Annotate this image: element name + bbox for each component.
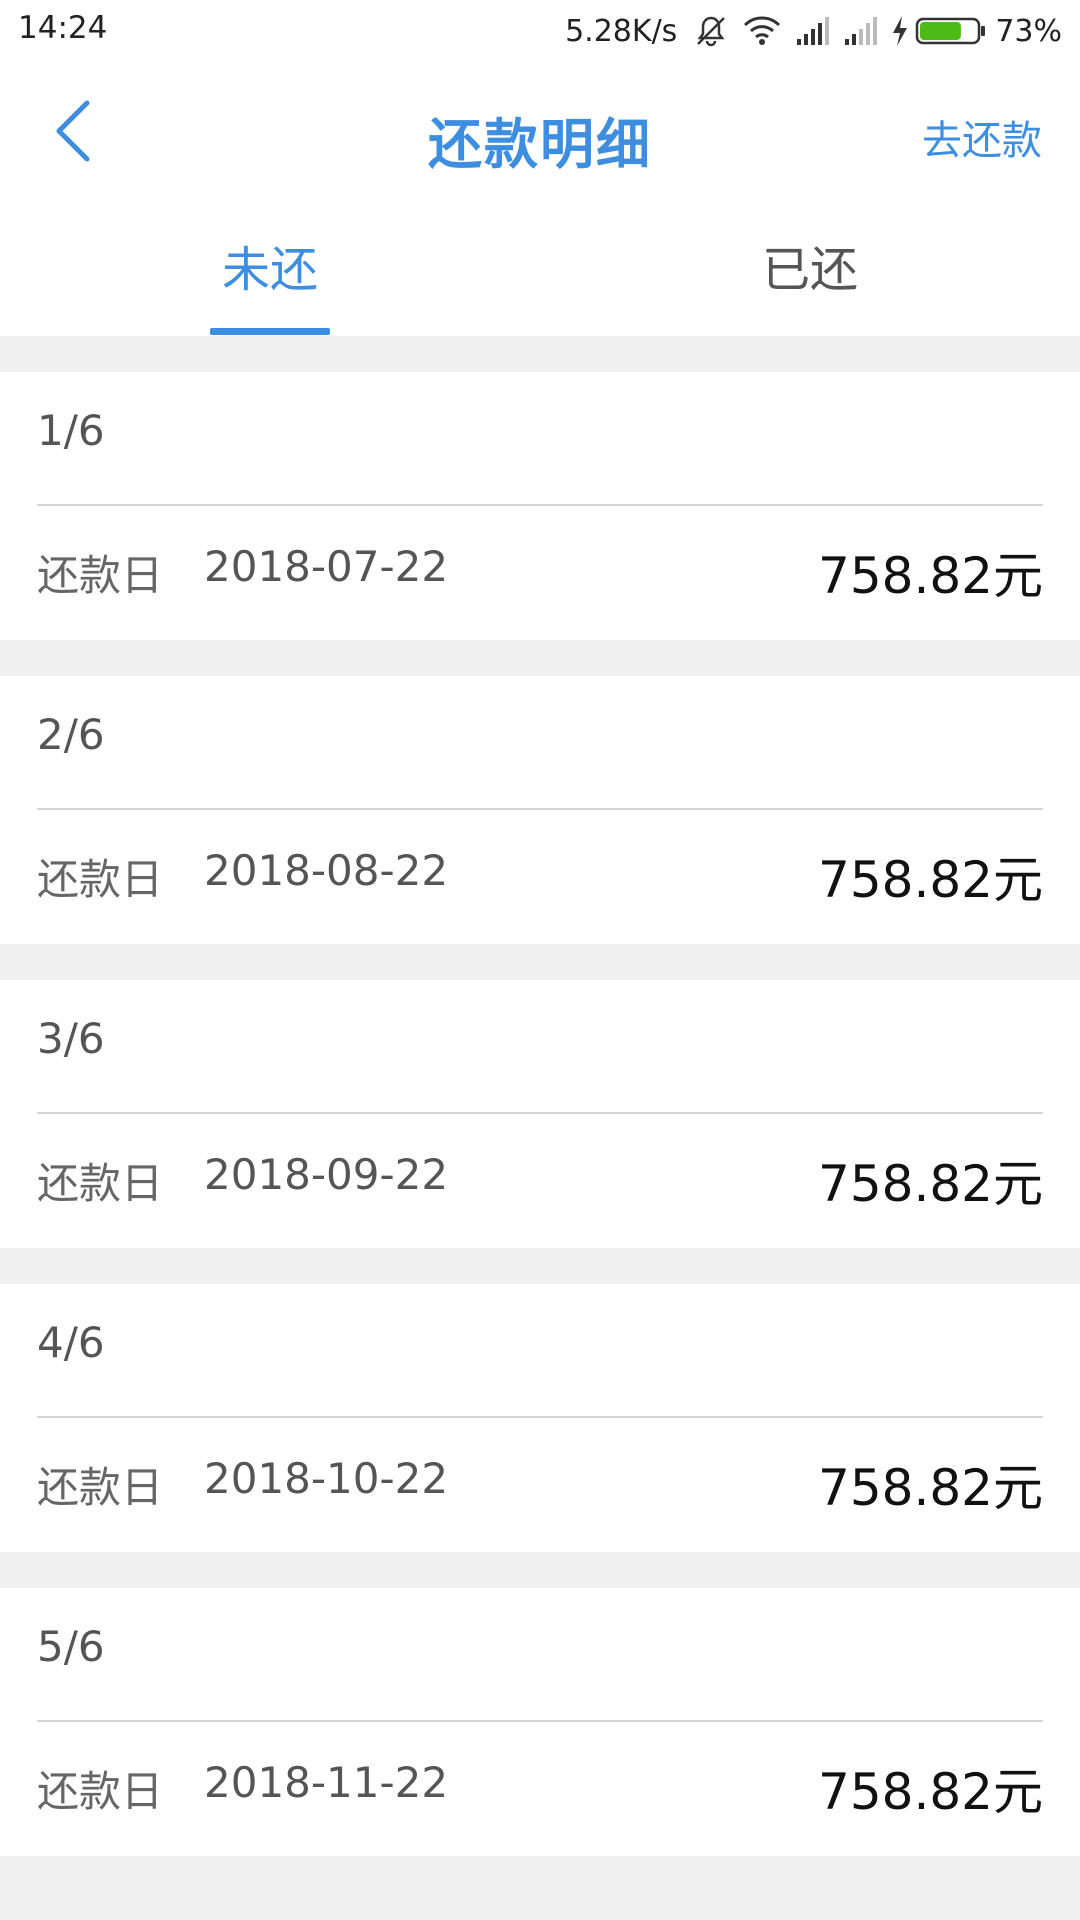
due-date: 2018-11-22: [204, 1758, 449, 1807]
battery-percent: 73%: [995, 13, 1062, 49]
tab-selected-indicator: [210, 328, 330, 335]
tab-unpaid[interactable]: 未还: [0, 204, 540, 336]
installment-list: 1/6 还款日 2018-07-22 758.82元 2/6 还款日 2018-…: [0, 336, 1080, 1856]
signal-icon: [795, 15, 831, 47]
divider: [37, 504, 1043, 506]
installment-amount: 758.82元: [818, 547, 1043, 605]
installment-amount: 758.82元: [818, 1763, 1043, 1821]
network-speed: 5.28K/s: [565, 13, 678, 49]
due-date-label: 还款日: [37, 1159, 164, 1208]
divider: [37, 1720, 1043, 1722]
nav-bar: 还款明细 去还款: [0, 64, 1080, 204]
divider: [37, 1112, 1043, 1114]
due-date-label: 还款日: [37, 551, 164, 600]
installment-amount: 758.82元: [818, 1459, 1043, 1517]
installment-amount: 758.82元: [818, 1155, 1043, 1213]
list-item[interactable]: 2/6 还款日 2018-08-22 758.82元: [0, 676, 1080, 944]
tab-paid[interactable]: 已还: [540, 204, 1080, 336]
due-date: 2018-09-22: [204, 1150, 449, 1199]
status-time: 14:24: [18, 10, 108, 46]
installment-index: 4/6: [37, 1318, 105, 1367]
installment-index: 1/6: [37, 406, 105, 455]
due-date: 2018-07-22: [204, 542, 449, 591]
charging-icon: [891, 15, 909, 47]
installment-amount: 758.82元: [818, 851, 1043, 909]
installment-index: 5/6: [37, 1622, 105, 1671]
battery-icon: [915, 15, 987, 47]
signal-icon: [843, 15, 879, 47]
divider: [37, 808, 1043, 810]
status-bar: 14:24 5.28K/s 73%: [0, 0, 1080, 64]
go-repay-button[interactable]: 去还款: [922, 108, 1042, 166]
mute-icon: [693, 13, 729, 49]
list-item[interactable]: 3/6 还款日 2018-09-22 758.82元: [0, 980, 1080, 1248]
due-date: 2018-10-22: [204, 1454, 449, 1503]
installment-index: 3/6: [37, 1014, 105, 1063]
list-item[interactable]: 1/6 还款日 2018-07-22 758.82元: [0, 372, 1080, 640]
due-date-label: 还款日: [37, 855, 164, 904]
list-item[interactable]: 5/6 还款日 2018-11-22 758.82元: [0, 1588, 1080, 1856]
status-right-group: 5.28K/s 73%: [565, 8, 1062, 54]
wifi-icon: [743, 15, 781, 47]
installment-index: 2/6: [37, 710, 105, 759]
due-date-label: 还款日: [37, 1767, 164, 1816]
due-date: 2018-08-22: [204, 846, 449, 895]
divider: [37, 1416, 1043, 1418]
tab-bar: 未还 已还: [0, 204, 1080, 336]
list-item[interactable]: 4/6 还款日 2018-10-22 758.82元: [0, 1284, 1080, 1552]
due-date-label: 还款日: [37, 1463, 164, 1512]
page-title: 还款明细: [428, 113, 652, 176]
